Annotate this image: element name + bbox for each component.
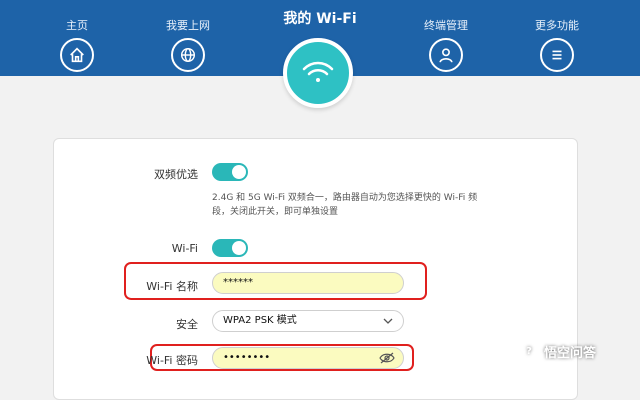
page-title: 我的 Wi-Fi	[283, 11, 357, 27]
security-label: 安全	[176, 318, 198, 331]
wifi-icon[interactable]	[283, 38, 353, 108]
wifi-name-input[interactable]: ******	[212, 272, 404, 294]
globe-icon[interactable]	[171, 38, 205, 72]
wifi-name-label: Wi-Fi 名称	[146, 280, 198, 293]
menu-icon[interactable]	[540, 38, 574, 72]
watermark-text: 悟空问答	[544, 345, 597, 361]
dual-band-toggle[interactable]	[212, 163, 248, 181]
dual-band-label: 双频优选	[154, 168, 198, 181]
security-select[interactable]: WPA2 PSK 模式	[212, 310, 404, 332]
wifi-password-label: Wi-Fi 密码	[146, 354, 198, 367]
watermark-logo-icon: ?	[518, 340, 540, 362]
wifi-password-input[interactable]: ••••••••	[212, 347, 404, 369]
watermark: ? 悟空问答	[518, 340, 596, 362]
wifi-label: Wi-Fi	[171, 242, 198, 255]
security-select-value: WPA2 PSK 模式	[223, 315, 297, 326]
wifi-toggle[interactable]	[212, 239, 248, 257]
home-icon[interactable]	[60, 38, 94, 72]
chevron-down-icon	[383, 318, 393, 324]
dual-band-description: 2.4G 和 5G Wi-Fi 双频合一，路由器自动为您选择更快的 Wi-Fi …	[212, 193, 478, 217]
user-icon[interactable]	[429, 38, 463, 72]
wifi-password-value: ••••••••	[223, 352, 271, 363]
eye-icon[interactable]	[379, 352, 395, 364]
